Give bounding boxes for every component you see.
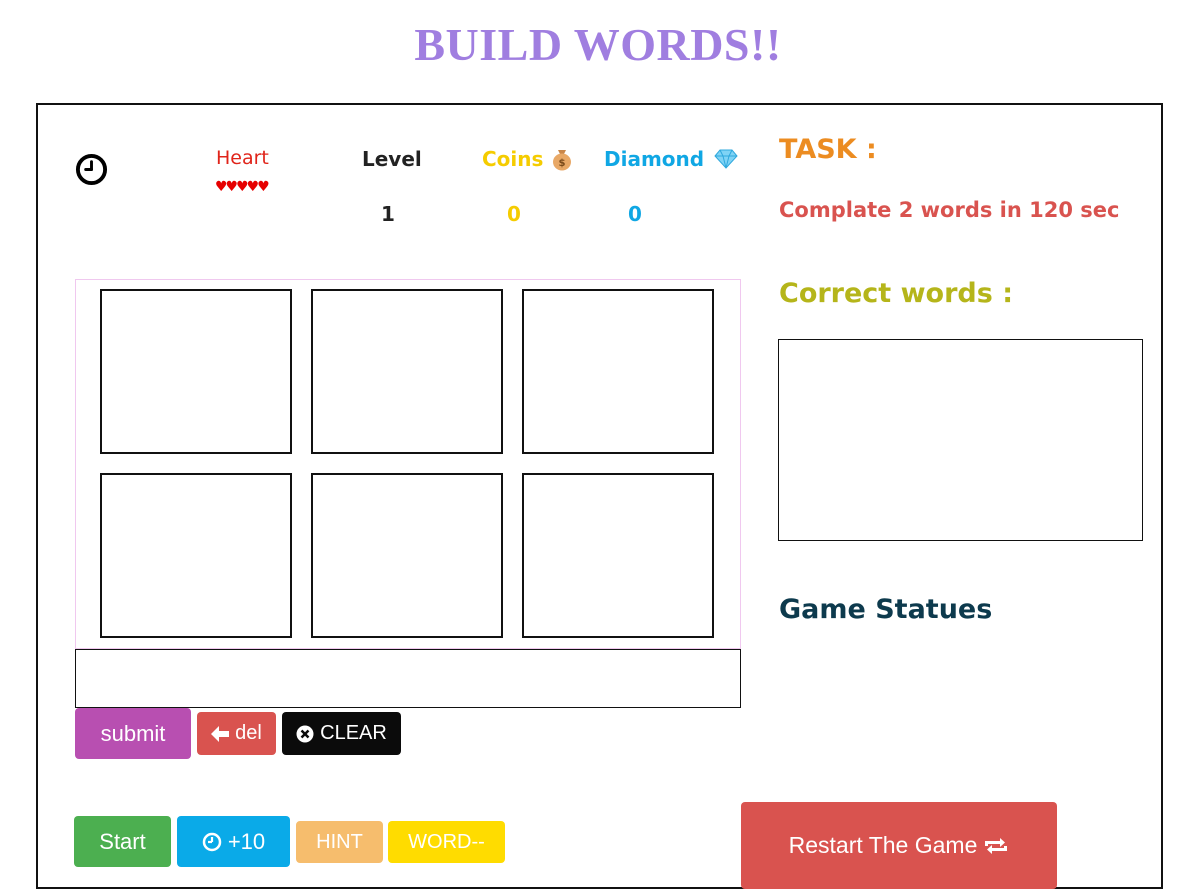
hint-label: HINT bbox=[316, 830, 363, 853]
retweet-icon bbox=[985, 837, 1008, 854]
submit-button[interactable]: submit bbox=[75, 708, 191, 759]
coins-value: 0 bbox=[507, 202, 521, 226]
diamond-icon bbox=[714, 149, 738, 169]
coins-label: Coins bbox=[482, 147, 544, 171]
letter-tile[interactable] bbox=[100, 289, 292, 454]
clock-icon bbox=[202, 832, 222, 851]
task-heading: TASK : bbox=[779, 134, 877, 165]
delete-button[interactable]: del bbox=[197, 712, 276, 755]
delete-label: del bbox=[235, 722, 262, 744]
restart-label: Restart The Game bbox=[788, 832, 978, 858]
start-button[interactable]: Start bbox=[74, 816, 171, 867]
correct-words-list bbox=[778, 339, 1143, 541]
start-label: Start bbox=[99, 828, 146, 854]
letter-tile[interactable] bbox=[311, 289, 503, 454]
letter-tile[interactable] bbox=[100, 473, 292, 638]
task-text: Complate 2 words in 120 sec bbox=[779, 198, 1120, 222]
close-circle-icon bbox=[296, 725, 314, 742]
clear-label: CLEAR bbox=[320, 722, 387, 744]
add-time-label: +10 bbox=[227, 828, 266, 854]
hint-button[interactable]: HINT bbox=[296, 821, 383, 863]
heart-label: Heart bbox=[216, 147, 269, 169]
clock-icon bbox=[75, 153, 108, 186]
hearts-indicator: ♥♥♥♥♥ bbox=[215, 179, 270, 195]
word-minus-label: WORD-- bbox=[408, 830, 485, 853]
level-label: Level bbox=[362, 147, 422, 171]
diamond-label-group: Diamond bbox=[604, 147, 738, 171]
level-value: 1 bbox=[381, 202, 395, 226]
word-input[interactable] bbox=[75, 649, 741, 708]
letter-tile[interactable] bbox=[311, 473, 503, 638]
diamond-label: Diamond bbox=[604, 147, 705, 171]
game-status-heading: Game Statues bbox=[779, 594, 993, 625]
add-time-button[interactable]: +10 bbox=[177, 816, 290, 867]
letter-tile[interactable] bbox=[522, 289, 714, 454]
letter-tile[interactable] bbox=[522, 473, 714, 638]
diamond-value: 0 bbox=[628, 202, 642, 226]
clear-button[interactable]: CLEAR bbox=[282, 712, 401, 755]
coins-label-group: Coins $ bbox=[482, 147, 573, 171]
restart-button[interactable]: Restart The Game bbox=[741, 802, 1057, 889]
submit-label: submit bbox=[100, 720, 166, 746]
page-title: BUILD WORDS!! bbox=[414, 19, 782, 70]
correct-words-heading: Correct words : bbox=[779, 278, 1014, 309]
svg-text:$: $ bbox=[559, 158, 566, 169]
arrow-left-icon bbox=[211, 725, 230, 742]
money-bag-icon: $ bbox=[553, 150, 572, 171]
word-minus-button[interactable]: WORD-- bbox=[388, 821, 505, 863]
